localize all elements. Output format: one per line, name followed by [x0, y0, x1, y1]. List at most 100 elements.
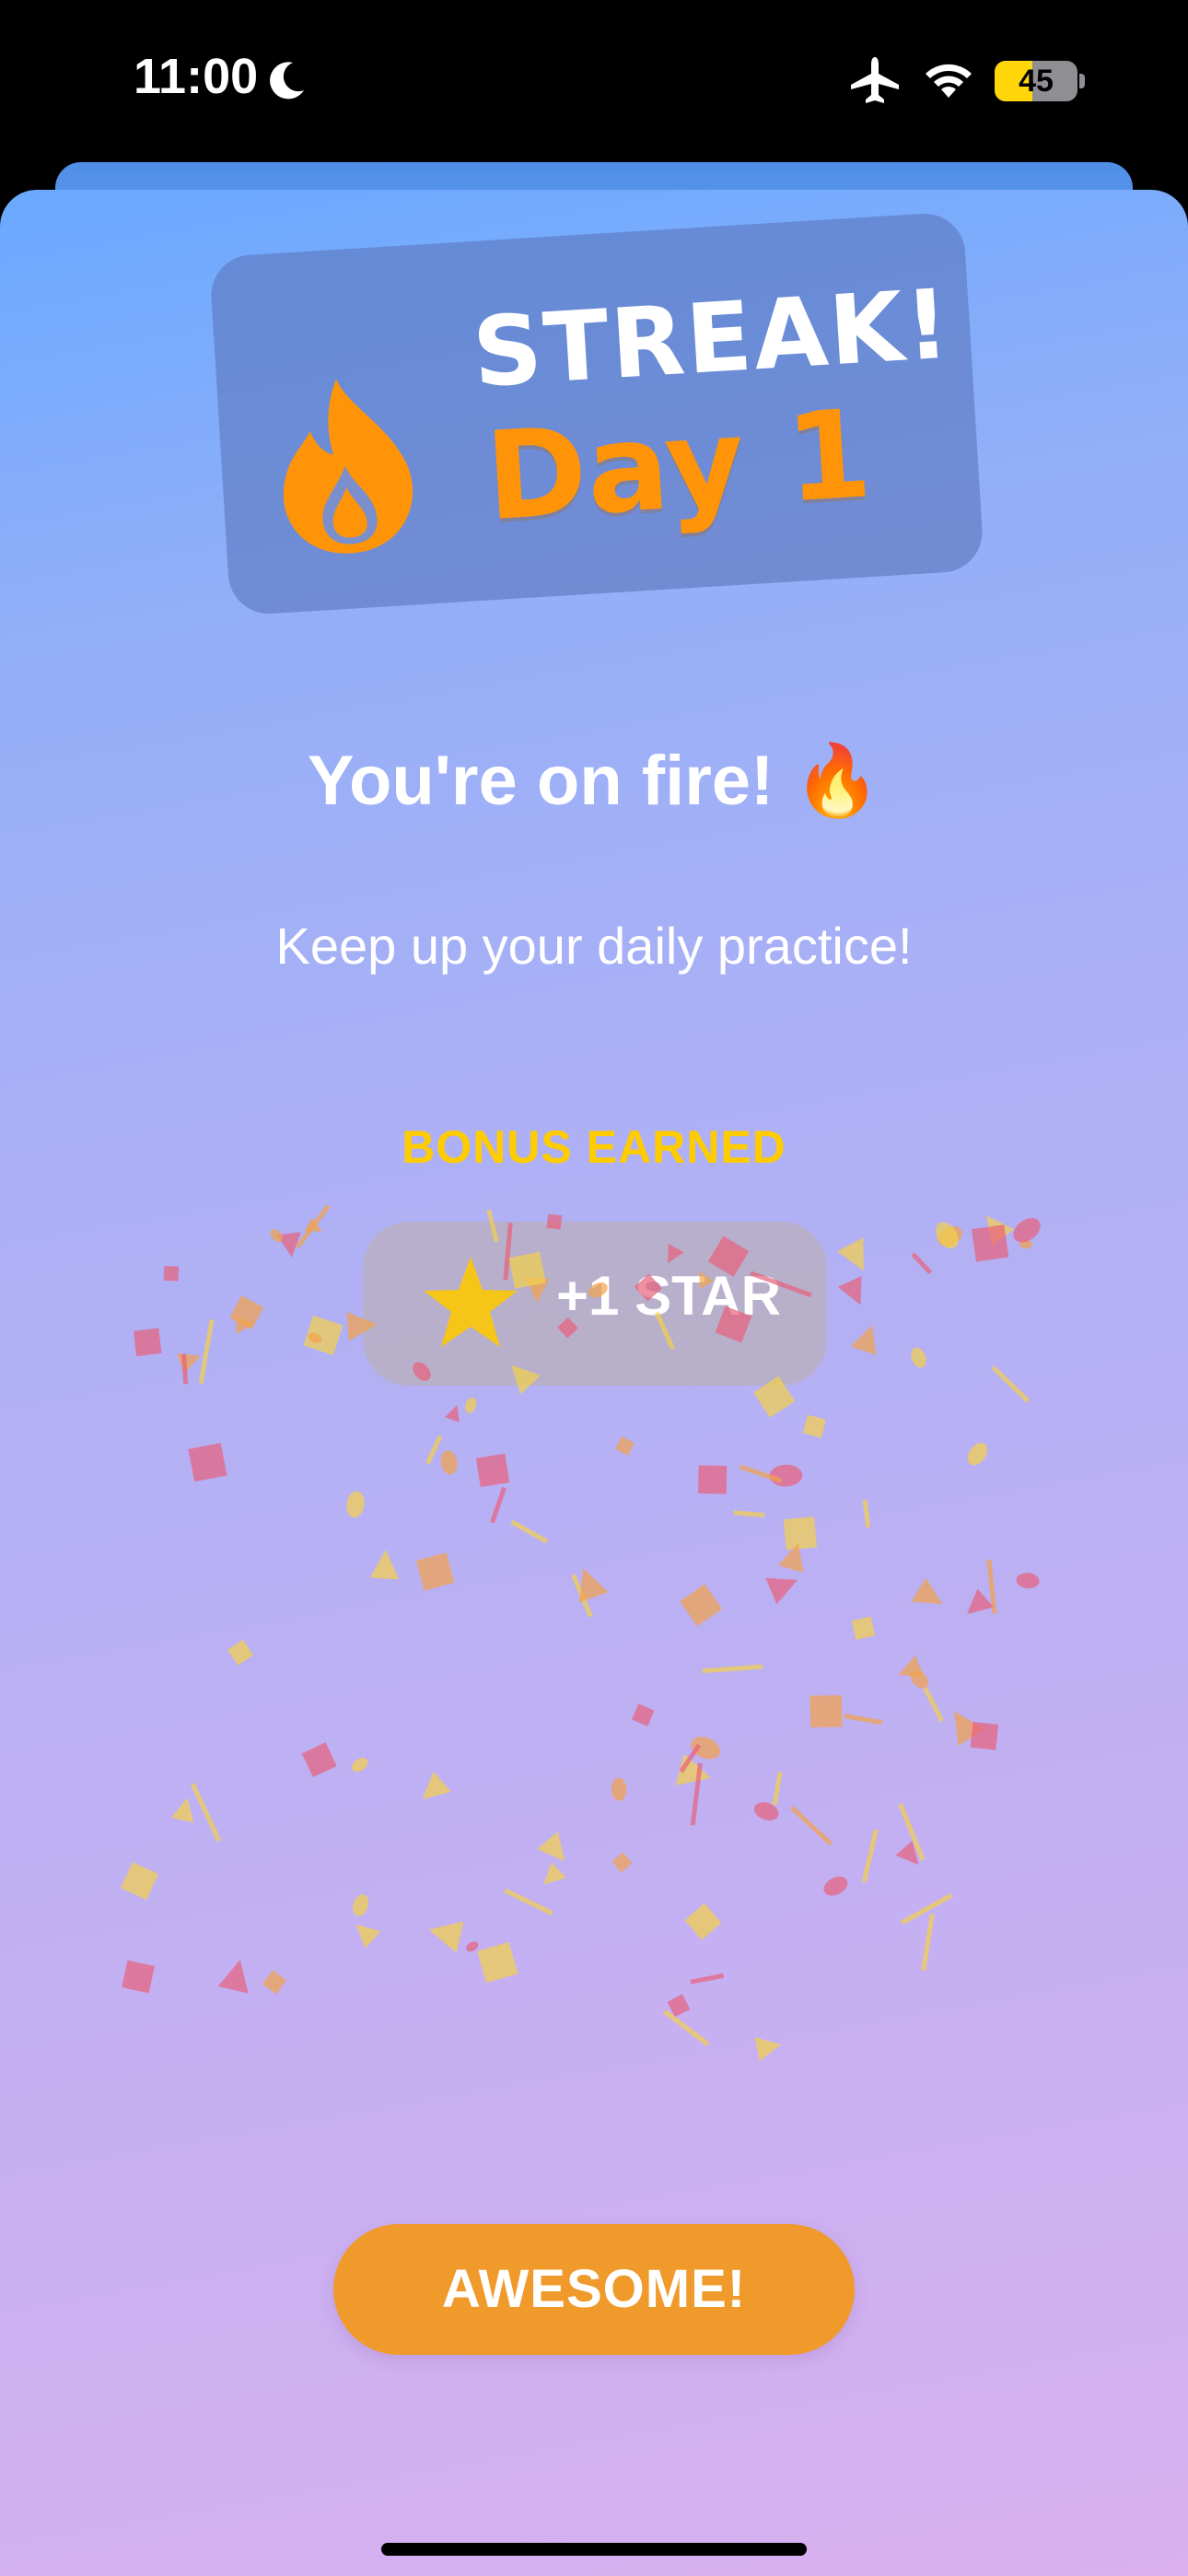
confetti-piece — [1013, 1218, 1041, 1243]
confetti-piece — [772, 1772, 783, 1806]
confetti-piece — [578, 1568, 609, 1603]
confetti-piece — [346, 1491, 365, 1518]
confetti-piece — [369, 1550, 400, 1580]
confetti-piece — [809, 1694, 843, 1728]
confetti-piece — [663, 2009, 710, 2046]
confetti-piece — [355, 1924, 381, 1949]
confetti-piece — [188, 1443, 227, 1482]
confetti-piece — [415, 1552, 455, 1591]
confetti-piece — [802, 1414, 826, 1438]
confetti-piece — [898, 1802, 926, 1861]
confetti-piece — [181, 1353, 189, 1385]
confetti-piece — [615, 1436, 635, 1456]
confetti-piece — [679, 1743, 702, 1774]
flame-icon — [283, 379, 413, 554]
confetti-piece — [954, 1711, 985, 1747]
airplane-icon — [851, 57, 899, 103]
confetti-piece — [490, 1486, 507, 1524]
confetti-piece — [571, 1574, 593, 1618]
confetti-piece — [921, 1914, 935, 1971]
confetti-piece — [739, 1464, 783, 1483]
confetti-piece — [276, 1232, 301, 1258]
confetti-piece — [428, 1921, 464, 1953]
confetti-piece — [190, 1783, 222, 1843]
streak-badge: STREAK! Day 1 — [208, 211, 985, 616]
confetti-piece — [229, 1295, 264, 1330]
star-icon — [424, 1257, 518, 1347]
awesome-button[interactable]: AWESOME! — [333, 2224, 855, 2355]
confetti-piece — [970, 1721, 999, 1751]
confetti-piece — [765, 1577, 798, 1605]
confetti-piece — [911, 1252, 933, 1275]
confetti-piece — [537, 1832, 565, 1862]
confetti-piece — [308, 1332, 322, 1343]
confetti-piece — [543, 1862, 566, 1885]
confetti-piece — [861, 1829, 879, 1883]
home-indicator — [381, 2543, 807, 2556]
confetti-piece — [465, 1397, 477, 1413]
confetti-piece — [850, 1325, 877, 1355]
confetti-piece — [611, 1777, 627, 1801]
confetti-piece — [425, 1434, 443, 1465]
confetti-piece — [967, 1588, 994, 1614]
confetti-piece — [837, 1275, 862, 1306]
confetti-piece — [895, 1840, 919, 1866]
confetti-piece — [422, 1771, 451, 1799]
confetti-piece — [353, 1894, 369, 1916]
confetti-piece — [986, 1559, 997, 1614]
confetti-piece — [923, 1687, 944, 1723]
confetti-piece — [991, 1365, 1031, 1403]
confetti-piece — [504, 1888, 553, 1916]
confetti-piece — [296, 1204, 331, 1248]
confetti-piece — [690, 1973, 725, 1985]
confetti-piece — [303, 1315, 344, 1355]
confetti-piece — [783, 1516, 817, 1551]
confetti-piece — [823, 1876, 848, 1896]
status-bar: 11:00 45 — [0, 0, 1188, 161]
confetti-piece — [901, 1892, 953, 1926]
confetti-piece — [198, 1318, 215, 1384]
confetti-piece — [844, 1714, 883, 1726]
confetti-piece — [176, 1353, 201, 1374]
confetti-piece — [475, 1453, 510, 1488]
subtitle: Keep up your daily practice! — [275, 917, 913, 975]
confetti-piece — [352, 1757, 368, 1773]
streak-title: STREAK! — [470, 267, 954, 409]
confetti-piece — [477, 1941, 518, 1984]
confetti-piece — [444, 1405, 460, 1423]
confetti-piece — [938, 1226, 963, 1247]
confetti-piece — [690, 1762, 703, 1826]
confetti-piece — [698, 1465, 728, 1494]
headline: You're on fire! 🔥 — [307, 742, 881, 820]
confetti-piece — [910, 1670, 929, 1689]
confetti-piece — [632, 1704, 655, 1727]
streak-day: Day 1 — [482, 383, 876, 549]
confetti-piece — [684, 1903, 722, 1940]
confetti-piece — [911, 1577, 943, 1605]
battery-level: 45 — [1019, 64, 1054, 99]
confetti-piece — [270, 1229, 283, 1243]
confetti-piece — [754, 2037, 782, 2062]
bonus-value: +1 STAR — [556, 1265, 781, 1327]
confetti-piece — [967, 1443, 988, 1466]
confetti-piece — [911, 1347, 926, 1368]
confetti-piece — [440, 1450, 458, 1475]
screen: 11:00 45 STREAK! Day 1 You're on fire! 🔥… — [0, 0, 1188, 2576]
confetti-piece — [790, 1805, 833, 1846]
wifi-icon — [926, 64, 972, 98]
confetti-piece — [862, 1499, 871, 1528]
confetti-piece — [301, 1742, 337, 1778]
confetti-piece — [262, 1970, 286, 1995]
confetti-piece — [163, 1265, 180, 1282]
confetti-piece — [680, 1584, 723, 1627]
confetti-piece — [611, 1852, 633, 1873]
streak-modal: STREAK! Day 1 You're on fire! 🔥 Keep up … — [0, 190, 1188, 2576]
bonus-reward: +1 STAR — [363, 1222, 827, 1386]
confetti-piece — [986, 1215, 1015, 1247]
confetti-piece — [170, 1797, 194, 1823]
battery-indicator: 45 — [995, 61, 1077, 101]
confetti-piece — [466, 1941, 479, 1952]
confetti-piece — [898, 1655, 925, 1678]
confetti-piece — [122, 1960, 155, 1994]
confetti-piece — [1019, 1239, 1033, 1249]
